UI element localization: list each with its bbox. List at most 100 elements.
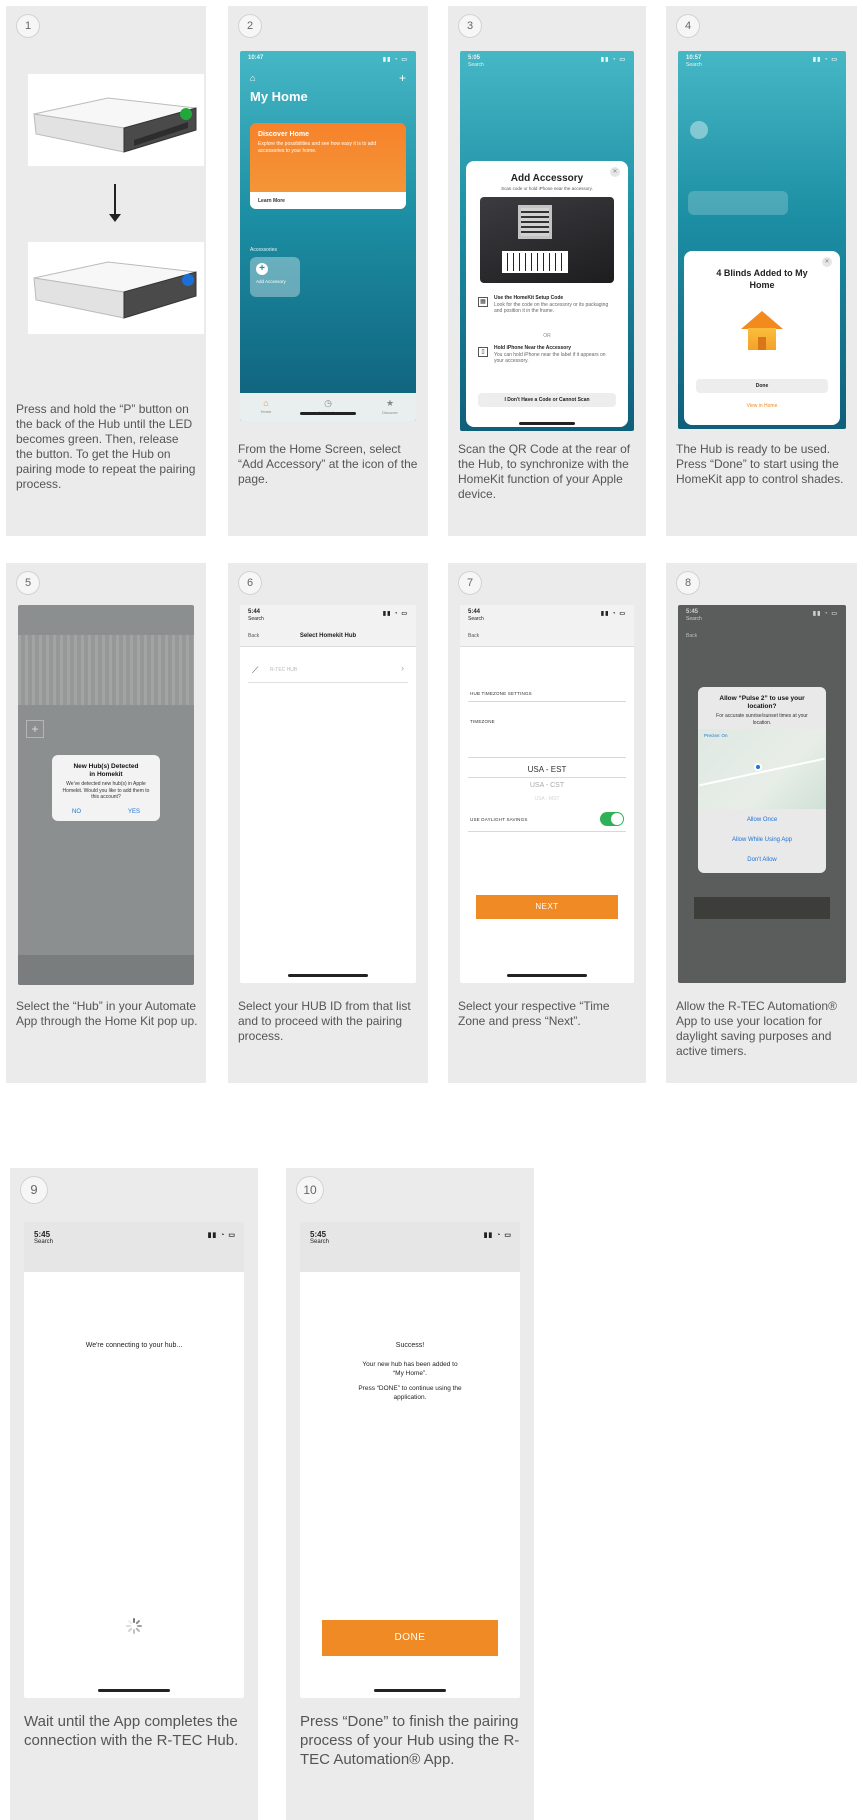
step-caption: The Hub is ready to be used. Press “Done… xyxy=(676,442,844,486)
blinds-added-screen: 10:57 Search ▮▮ ◔ ▭ ✕ 4 Blinds Added to … xyxy=(678,51,846,429)
select-hub-screen: 5:44 Search ▮▮ ◔ ▭ Back Select Homekit H… xyxy=(240,605,416,983)
hub-drawing xyxy=(33,97,197,153)
step-number: 9 xyxy=(20,1176,48,1204)
home-icon xyxy=(741,311,783,351)
tab-bar xyxy=(18,955,194,985)
step-caption: Wait until the App completes the connect… xyxy=(24,1713,239,1749)
status-bar: 5:05 Search ▮▮ ◔ ▭ xyxy=(468,55,626,68)
hold-near-option[interactable]: Hold iPhone Near the Accessory You can h… xyxy=(478,345,616,365)
step-8-card: 8 5:45 Search ▮▮ ◔ ▭ Back Allow “Pulse 2… xyxy=(666,563,857,1083)
led-green-dot xyxy=(180,108,192,120)
hub-device-icon: ⟋ xyxy=(252,665,259,675)
next-button-dimmed xyxy=(694,897,830,919)
discover-home-card[interactable]: Discover Home Explore the possibilities … xyxy=(250,123,406,209)
no-button[interactable]: NO xyxy=(72,809,81,815)
step-number: 2 xyxy=(238,14,262,38)
step-3-card: 3 5:05 Search ▮▮ ◔ ▭ ✕ Add Accessory Sca… xyxy=(448,6,646,536)
nav-bar: 5:44 Search ▮▮ ◔ ▭ Back Select Homekit H… xyxy=(240,605,416,647)
dont-allow-button[interactable]: Don't Allow xyxy=(698,857,826,863)
allow-while-using-button[interactable]: Allow While Using App xyxy=(698,837,826,843)
hub-drawing xyxy=(33,261,197,319)
success-screen: 5:45 Search ▮▮ ◔ ▭ Success! Your new hub… xyxy=(300,1222,520,1698)
hub-list-row[interactable]: ⟋ R-TEC HUB › xyxy=(248,657,408,683)
or-divider: OR xyxy=(543,333,551,339)
signal-wifi-battery-icon: ▮▮ ◔ ▭ xyxy=(483,1232,512,1239)
done-button[interactable]: DONE xyxy=(322,1620,498,1656)
step-caption: Select the “Hub” in your Automate App th… xyxy=(16,999,198,1028)
section-label: Accessories xyxy=(250,247,277,253)
timezone-option-selected[interactable]: USA - EST xyxy=(460,765,634,774)
step-caption: Allow the R-TEC Automation® App to use y… xyxy=(676,999,837,1058)
status-bar: 5:44 Search ▮▮ ◔ ▭ xyxy=(468,609,626,622)
blinds-added-sheet: ✕ 4 Blinds Added to My Home Done View in… xyxy=(684,251,840,425)
learn-more-link[interactable]: Learn More xyxy=(250,192,406,209)
page-title: My Home xyxy=(250,89,308,104)
home-indicator xyxy=(519,422,575,425)
home-indicator xyxy=(300,412,356,415)
add-accessory-sheet: ✕ Add Accessory Scan code or hold iPhone… xyxy=(466,161,628,427)
tab-discover[interactable]: ★ Discover xyxy=(370,398,410,415)
close-icon[interactable]: ✕ xyxy=(822,257,832,267)
nav-bar: 5:44 Search ▮▮ ◔ ▭ Back xyxy=(460,605,634,647)
timezone-label: TIMEZONE xyxy=(470,719,495,724)
room-photo xyxy=(18,635,194,705)
home-indicator xyxy=(288,974,368,977)
camera-viewfinder xyxy=(480,197,614,283)
step-caption: Select your respective “Time Zone and pr… xyxy=(458,999,610,1028)
done-button[interactable]: Done xyxy=(696,379,828,393)
step-number: 3 xyxy=(458,14,482,38)
connecting-message: We're connecting to your hub... xyxy=(85,1342,183,1349)
setup-code-option[interactable]: Use the HomeKit Setup Code Look for the … xyxy=(478,295,616,315)
page-title: Select Homekit Hub xyxy=(299,633,357,639)
chevron-right-icon: › xyxy=(401,663,404,673)
step-number: 7 xyxy=(458,571,482,595)
yes-button[interactable]: YES xyxy=(128,809,140,815)
plus-icon: + xyxy=(256,263,268,275)
loading-spinner-icon xyxy=(126,1618,142,1634)
add-accessory-screen: 5:05 Search ▮▮ ◔ ▭ ✕ Add Accessory Scan … xyxy=(460,51,634,431)
tab-bar: ⌂Home ◷Automation ★Discover xyxy=(240,393,416,421)
step-caption: Press and hold the “P” button on the bac… xyxy=(16,402,196,491)
back-button[interactable]: Back xyxy=(468,633,479,639)
view-in-home-link[interactable]: View in Home xyxy=(684,403,840,409)
timezone-option[interactable]: USA - CST xyxy=(460,782,634,789)
home-indicator xyxy=(374,1689,446,1692)
status-area: 5:45 Search ▮▮ ◔ ▭ xyxy=(24,1222,244,1272)
step-number: 6 xyxy=(238,571,262,595)
no-code-button[interactable]: I Don't Have a Code or Cannot Scan xyxy=(478,393,616,407)
location-pin-icon xyxy=(754,763,762,771)
back-button[interactable]: Back xyxy=(686,633,697,639)
signal-wifi-battery-icon: ▮▮ ◔ ▭ xyxy=(600,57,626,63)
add-icon[interactable]: + xyxy=(399,71,406,85)
tab-home[interactable]: ⌂ Home xyxy=(246,398,286,414)
daylight-savings-label: USE DAYLIGHT SAVINGS xyxy=(470,817,528,822)
connecting-screen: 5:45 Search ▮▮ ◔ ▭ We're connecting to y… xyxy=(24,1222,244,1698)
step-4-card: 4 10:57 Search ▮▮ ◔ ▭ ✕ 4 Blinds Added t… xyxy=(666,6,857,536)
status-bar: 10:47 ▮▮ ◔ ▭ xyxy=(248,55,408,63)
step-9-card: 9 5:45 Search ▮▮ ◔ ▭ We're connecting to… xyxy=(10,1168,258,1820)
daylight-savings-toggle[interactable] xyxy=(600,812,624,826)
success-title: Success! xyxy=(395,1342,425,1349)
signal-wifi-battery-icon: ▮▮ ◔ ▭ xyxy=(812,57,838,63)
add-accessory-tile[interactable]: + Add Accessory xyxy=(250,257,300,297)
step-caption: Select your HUB ID from that list and to… xyxy=(238,999,411,1043)
signal-wifi-battery-icon: ▮▮ ◔ ▭ xyxy=(382,611,408,617)
step-7-card: 7 5:44 Search ▮▮ ◔ ▭ Back HUB TIMEZONE S… xyxy=(448,563,646,1083)
signal-wifi-battery-icon: ▮▮ ◔ ▭ xyxy=(382,57,408,63)
step-number: 10 xyxy=(296,1176,324,1204)
success-message: Your new hub has been added to “My Home”… xyxy=(362,1361,458,1377)
precise-toggle[interactable]: Precise: On xyxy=(704,733,728,738)
next-button[interactable]: NEXT xyxy=(476,895,618,919)
step-caption: Scan the QR Code at the rear of the Hub,… xyxy=(458,442,631,501)
step-number: 1 xyxy=(16,14,40,38)
home-indicator xyxy=(507,974,587,977)
step-2-card: 2 10:47 ▮▮ ◔ ▭ ⌂ + My Home Discover Home… xyxy=(228,6,428,536)
step-number: 4 xyxy=(676,14,700,38)
signal-wifi-battery-icon: ▮▮ ◔ ▭ xyxy=(207,1232,236,1239)
location-alert: Allow “Pulse 2” to use your location? Fo… xyxy=(698,687,826,873)
timezone-option[interactable]: USA - MST xyxy=(460,796,634,802)
home-icon[interactable]: ⌂ xyxy=(250,73,255,83)
signal-wifi-battery-icon: ▮▮ ◔ ▭ xyxy=(600,611,626,617)
allow-once-button[interactable]: Allow Once xyxy=(698,817,826,823)
led-blue-dot xyxy=(182,274,194,286)
